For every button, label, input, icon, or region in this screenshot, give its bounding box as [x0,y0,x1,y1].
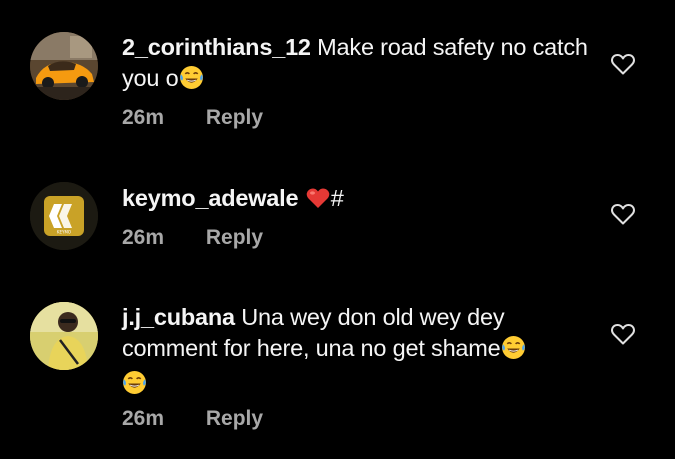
timestamp: 26m [122,407,165,430]
timestamp: 26m [122,106,165,129]
reply-button[interactable]: Reply [206,226,263,249]
red-heart-icon [305,186,331,218]
face-with-tears-of-joy-icon [501,335,526,368]
username[interactable]: keymo_adewale [122,185,299,211]
username[interactable]: j.j_cubana [122,304,235,330]
comment-body: # [330,185,344,211]
comment-meta: 26m Reply [122,106,263,130]
sports-car-avatar-image [30,32,98,100]
comment-text: keymo_adewale # [122,183,592,218]
reply-button[interactable]: Reply [206,106,263,129]
avatar[interactable] [30,32,98,100]
svg-text:KEYMO: KEYMO [57,230,71,235]
face-with-tears-of-joy-icon [179,65,204,98]
username[interactable]: 2_corinthians_12 [122,34,311,60]
comment-text: j.j_cubana Una wey don old wey dey comme… [122,302,592,403]
reply-button[interactable]: Reply [206,407,263,430]
like-heart-icon[interactable] [610,52,636,76]
comment-meta: 26m Reply [122,407,263,431]
keymo-logo-avatar-image: KEYMO [30,182,98,250]
like-heart-icon[interactable] [610,202,636,226]
avatar[interactable]: KEYMO [30,182,98,250]
comment-text: 2_corinthians_12 Make road safety no cat… [122,32,592,98]
comment-meta: 26m Reply [122,226,263,250]
face-with-tears-of-joy-icon [122,370,147,403]
timestamp: 26m [122,226,165,249]
person-avatar-image [30,302,98,370]
avatar[interactable] [30,302,98,370]
like-heart-icon[interactable] [610,322,636,346]
